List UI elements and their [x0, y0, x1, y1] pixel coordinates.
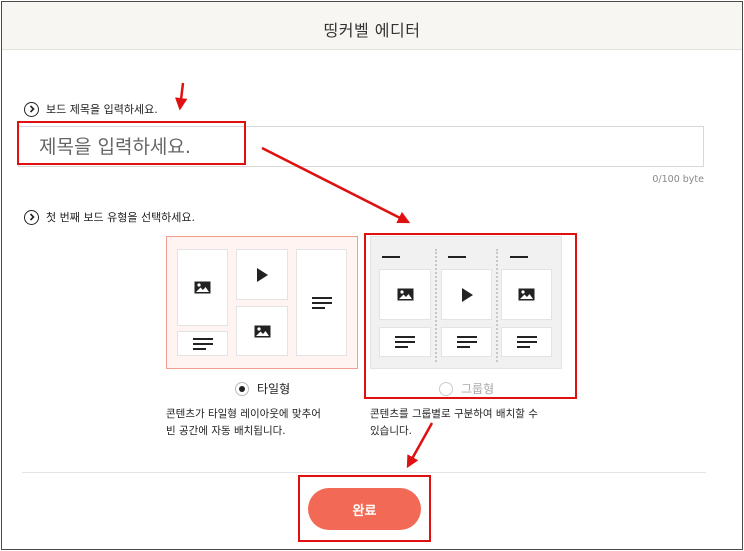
tile-type-radio[interactable]: 타일형 [235, 380, 290, 397]
chevron-right-icon [24, 101, 39, 117]
tile-type-description: 콘텐츠가 타일형 레이아웃에 맞추어 빈 공간에 자동 배치됩니다. [166, 406, 321, 440]
highlight-box-title [17, 121, 246, 165]
board-type-section-label: 첫 번째 보드 유형을 선택하세요. [24, 209, 195, 225]
board-title-label: 보드 제목을 입력하세요. [46, 103, 158, 116]
tile-description-line: 콘텐츠가 타일형 레이아웃에 맞추어 [166, 408, 321, 420]
tile-type-label: 타일형 [257, 382, 291, 396]
group-description-line: 있습니다. [370, 425, 412, 437]
tile-image-block-2 [236, 306, 288, 356]
text-lines-icon [311, 296, 332, 309]
footer-divider [22, 472, 706, 473]
byte-counter: 0/100 byte [652, 174, 704, 185]
tile-text-block [177, 331, 228, 356]
chevron-right-icon [24, 209, 39, 225]
board-type-label: 첫 번째 보드 유형을 선택하세요. [46, 211, 196, 224]
page-title: 띵커벨 에디터 [323, 21, 421, 40]
text-lines-icon [192, 337, 213, 350]
board-title-section-label: 보드 제목을 입력하세요. [24, 101, 158, 117]
editor-header: 띵커벨 에디터 [2, 2, 742, 50]
radio-selected-icon[interactable] [235, 381, 249, 396]
tile-layout-card[interactable] [166, 236, 358, 369]
tile-image-block [177, 249, 228, 326]
highlight-box-done [298, 475, 431, 542]
tile-text-block-tall [296, 249, 347, 356]
tile-description-line: 빈 공간에 자동 배치됩니다. [166, 425, 286, 437]
highlight-box-group [364, 233, 577, 399]
group-description-line: 콘텐츠를 그룹별로 구분하여 배치할 수 [370, 408, 538, 420]
group-type-description: 콘텐츠를 그룹별로 구분하여 배치할 수 있습니다. [370, 406, 538, 440]
image-icon [254, 325, 270, 337]
tile-video-block [236, 249, 288, 300]
image-icon [194, 281, 211, 294]
play-icon [257, 267, 268, 282]
